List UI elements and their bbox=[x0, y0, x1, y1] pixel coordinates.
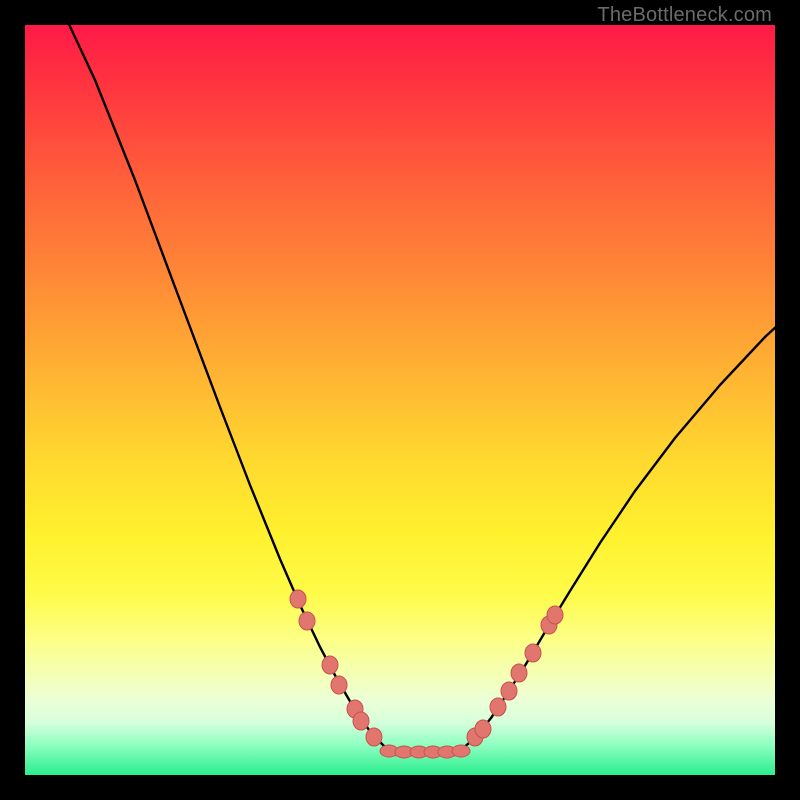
curve-group bbox=[60, 25, 775, 752]
marker-dot bbox=[331, 676, 347, 694]
watermark-text: TheBottleneck.com bbox=[597, 4, 772, 27]
marker-dot bbox=[299, 612, 315, 630]
marker-dot bbox=[366, 728, 382, 746]
marker-dot bbox=[547, 606, 563, 624]
marker-dot bbox=[490, 698, 506, 716]
left-curve bbox=[60, 25, 393, 752]
plot-area bbox=[25, 25, 775, 775]
chart-frame: TheBottleneck.com bbox=[0, 0, 800, 800]
right-curve bbox=[455, 300, 775, 752]
marker-dot bbox=[322, 656, 338, 674]
marker-dot bbox=[511, 664, 527, 682]
marker-dot bbox=[353, 712, 369, 730]
marker-dot bbox=[475, 720, 491, 738]
marker-group bbox=[290, 590, 563, 758]
marker-dot bbox=[290, 590, 306, 608]
curves-svg bbox=[25, 25, 775, 775]
marker-dot bbox=[501, 682, 517, 700]
marker-dot bbox=[525, 644, 541, 662]
marker-dot bbox=[452, 745, 470, 757]
